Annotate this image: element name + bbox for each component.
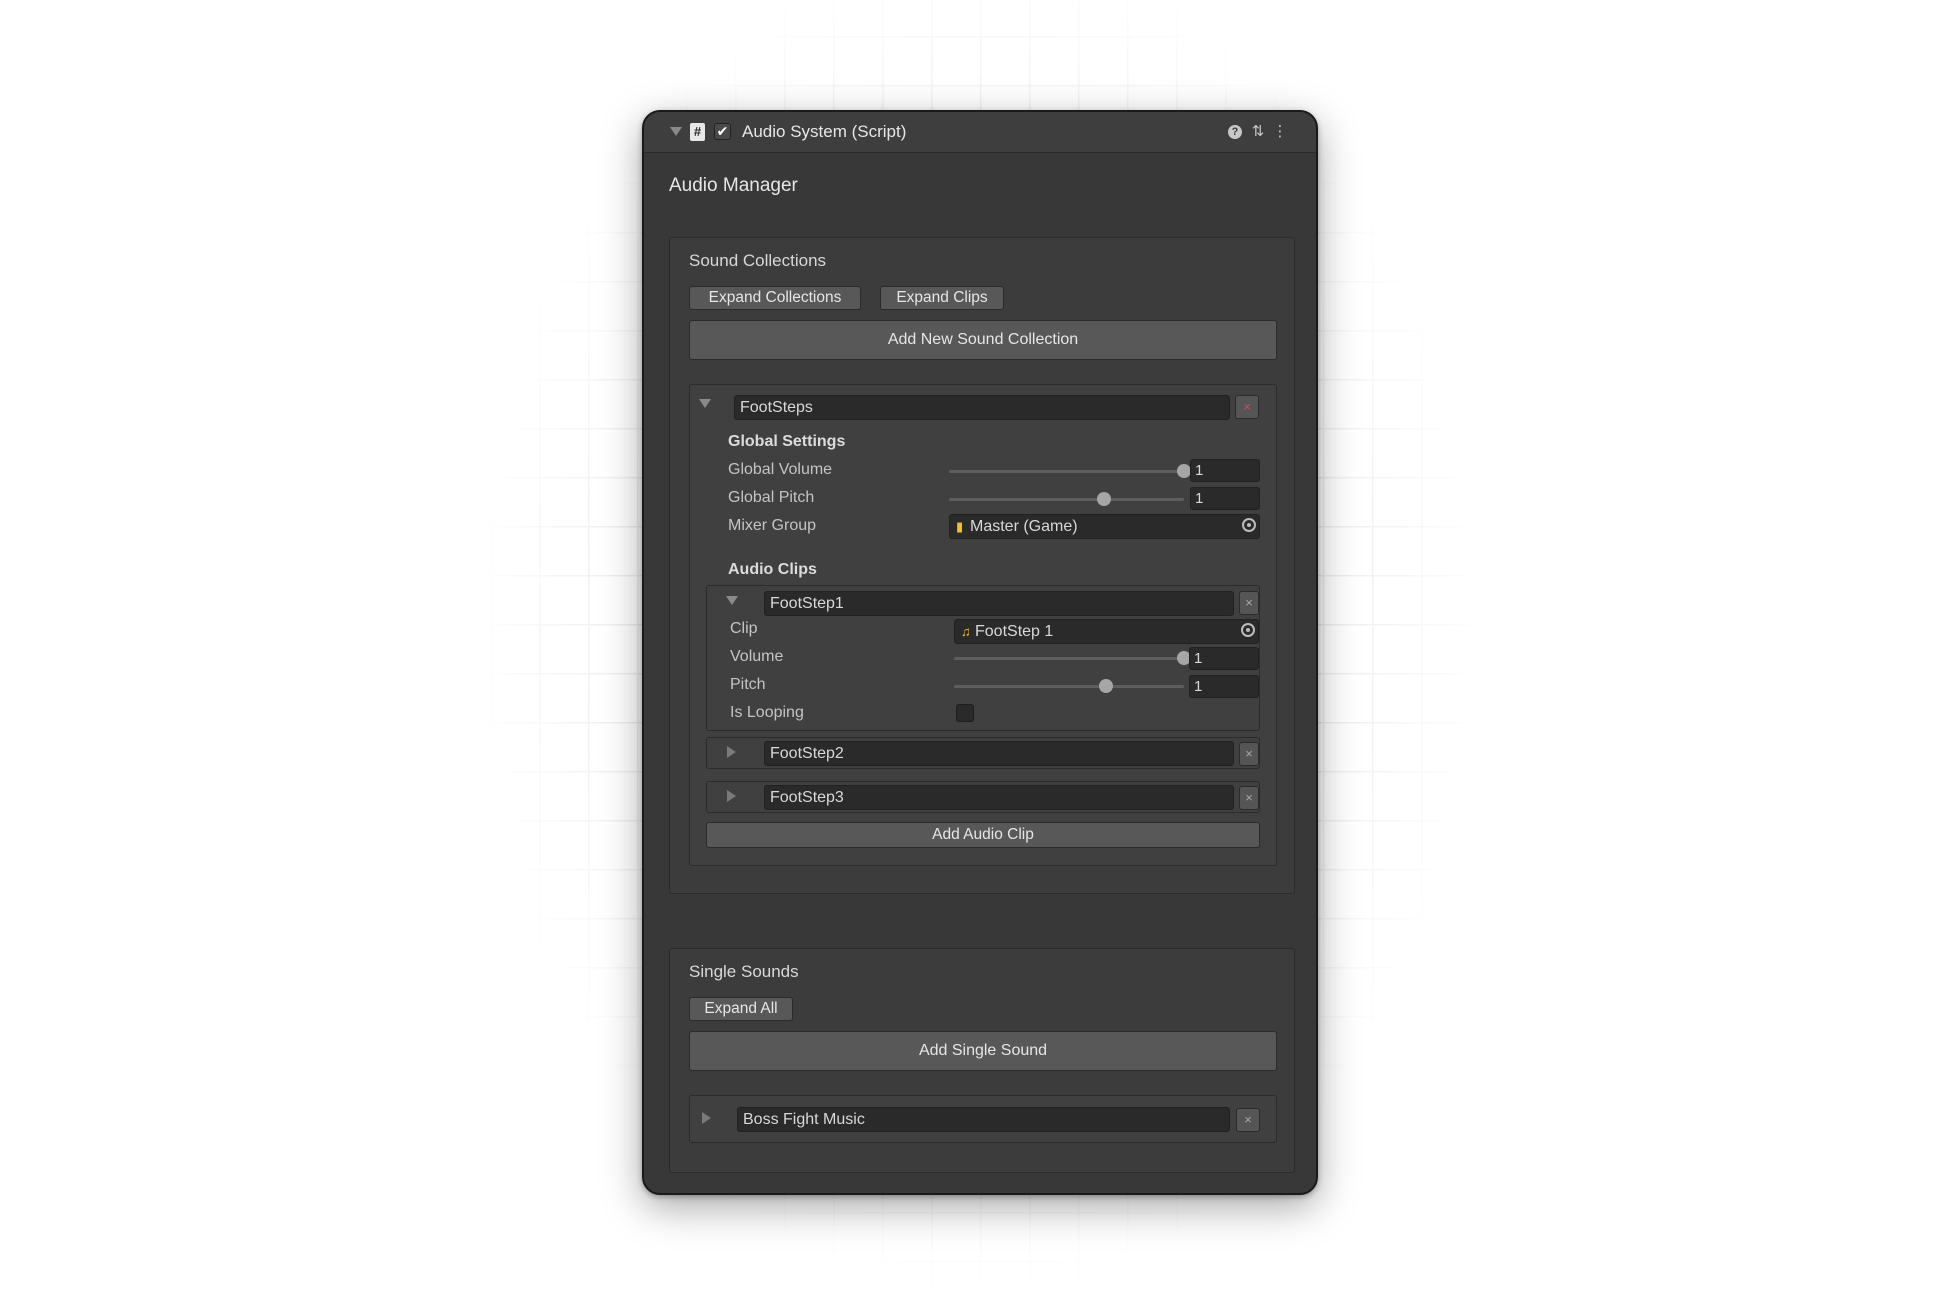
global-volume-slider-handle[interactable] (1177, 464, 1191, 478)
kebab-menu-icon[interactable]: ⋮ (1271, 123, 1289, 141)
clip-name-input[interactable]: FootStep3 (764, 785, 1234, 810)
mixer-group-field[interactable]: ▮ Master (Game) (949, 514, 1260, 539)
mixer-group-value: Master (Game) (970, 518, 1078, 535)
collection-name-input[interactable]: FootSteps (734, 395, 1230, 420)
global-pitch-slider-track[interactable] (949, 498, 1184, 501)
clip-foldout-icon[interactable] (727, 790, 736, 802)
page-title: Audio Manager (669, 175, 798, 196)
pitch-label: Pitch (730, 676, 766, 693)
expand-all-button[interactable]: Expand All (689, 997, 793, 1021)
global-settings-title: Global Settings (728, 433, 846, 450)
component-title: Audio System (Script) (742, 122, 907, 141)
help-icon[interactable]: ? (1228, 125, 1242, 139)
clip-name-input[interactable]: FootStep2 (764, 741, 1234, 766)
presets-icon[interactable]: ⇅ (1249, 123, 1267, 141)
delete-clip-button[interactable]: × (1239, 786, 1259, 810)
mixer-group-label: Mixer Group (728, 517, 817, 534)
script-icon: # (690, 123, 705, 141)
section-title-single-sounds: Single Sounds (689, 962, 799, 981)
expand-collections-button[interactable]: Expand Collections (689, 286, 861, 310)
collection-foldout-icon[interactable] (699, 399, 711, 408)
audio-clip-icon: ♫ (961, 624, 971, 639)
expand-clips-button[interactable]: Expand Clips (880, 286, 1004, 310)
audio-clip-panel-footstep3: FootStep3 × (706, 781, 1260, 813)
delete-clip-button[interactable]: × (1239, 742, 1259, 766)
global-volume-label: Global Volume (728, 461, 833, 478)
component-header: # ✔ Audio System (Script) ? ⇅ ⋮ (644, 112, 1316, 153)
pitch-field[interactable]: 1 (1189, 675, 1259, 698)
single-sounds-section: Single Sounds Expand All Add Single Soun… (669, 948, 1295, 1173)
foldout-triangle-icon[interactable] (670, 127, 682, 136)
object-picker-icon[interactable] (1241, 623, 1255, 637)
volume-slider-track[interactable] (954, 657, 1184, 660)
audio-clip-panel-footstep1: FootStep1 × Clip ♫ FootStep 1 Volume 1 P… (706, 585, 1260, 731)
global-pitch-field[interactable]: 1 (1190, 487, 1260, 510)
pitch-slider-handle[interactable] (1098, 679, 1113, 693)
is-looping-checkbox[interactable] (956, 704, 974, 722)
clip-foldout-icon[interactable] (726, 596, 738, 605)
volume-label: Volume (730, 648, 784, 665)
delete-clip-button[interactable]: × (1239, 591, 1259, 615)
clip-label: Clip (730, 620, 758, 637)
global-pitch-slider-handle[interactable] (1097, 492, 1112, 506)
add-new-sound-collection-button[interactable]: Add New Sound Collection (689, 320, 1277, 360)
single-sound-panel: Boss Fight Music × (689, 1095, 1277, 1143)
pitch-slider-track[interactable] (954, 685, 1184, 688)
audio-clip-panel-footstep2: FootStep2 × (706, 737, 1260, 769)
clip-foldout-icon[interactable] (727, 746, 736, 758)
section-title-sound-collections: Sound Collections (689, 251, 827, 270)
object-picker-icon[interactable] (1242, 518, 1256, 532)
global-pitch-label: Global Pitch (728, 489, 815, 506)
component-enabled-checkbox[interactable]: ✔ (714, 123, 731, 140)
clip-field[interactable]: ♫ FootStep 1 (954, 619, 1259, 644)
volume-field[interactable]: 1 (1189, 647, 1259, 670)
delete-collection-button[interactable]: × (1235, 395, 1259, 419)
single-sound-name-input[interactable]: Boss Fight Music (737, 1107, 1230, 1132)
audio-clips-title: Audio Clips (728, 561, 817, 578)
add-single-sound-button[interactable]: Add Single Sound (689, 1031, 1277, 1071)
global-volume-field[interactable]: 1 (1190, 459, 1260, 482)
clip-name-input[interactable]: FootStep1 (764, 591, 1234, 616)
clip-value: FootStep 1 (975, 623, 1054, 640)
is-looping-label: Is Looping (730, 704, 804, 721)
inspector-window: # ✔ Audio System (Script) ? ⇅ ⋮ Audio Ma… (642, 110, 1318, 1195)
mixer-group-icon: ▮ (956, 519, 964, 534)
delete-single-sound-button[interactable]: × (1236, 1108, 1260, 1132)
sound-collections-section: Sound Collections Expand Collections Exp… (669, 237, 1295, 894)
single-sound-foldout-icon[interactable] (702, 1112, 711, 1124)
collection-panel-footsteps: FootSteps × Global Settings Global Volum… (689, 384, 1277, 866)
global-volume-slider-track[interactable] (949, 470, 1184, 473)
add-audio-clip-button[interactable]: Add Audio Clip (706, 822, 1260, 848)
